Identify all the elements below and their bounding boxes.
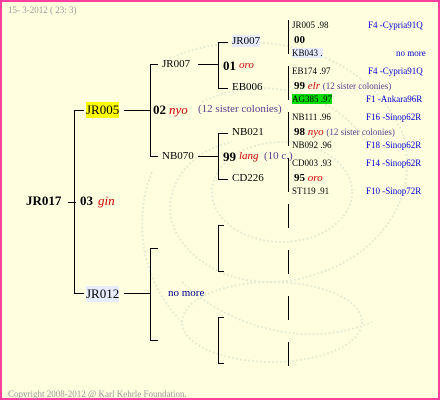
gen4-row-4[interactable]: EB174 .97	[292, 66, 331, 76]
gen4-row-10[interactable]: CD003 .93	[292, 158, 332, 168]
gen4-row-1[interactable]: JR005 .98	[292, 20, 329, 30]
gen4-row-12-loc: F10 -Sinop72R	[366, 186, 422, 196]
mother-id[interactable]: JR012	[86, 286, 120, 302]
gen4-row-9-loc: F18 -Sinop62R	[366, 140, 422, 150]
gen4-row-4-loc: F4 -Cypria91Q	[368, 66, 423, 76]
mother-no-more: no more	[168, 287, 205, 299]
bee-watermark-icon	[141, 41, 409, 363]
gen3-c-id[interactable]: NB021	[232, 126, 264, 138]
gen4-row-12[interactable]: ST119 .91	[292, 186, 329, 196]
gen4-row-10-loc: F14 -Sinop62R	[366, 158, 422, 168]
gen3-c-gen: 99	[223, 149, 236, 164]
gen4-row-11: 95 oro	[294, 172, 323, 184]
father-name: nyo	[169, 102, 188, 117]
gen4-row-6[interactable]: AG385 .97	[292, 94, 332, 104]
father-gen: 02	[153, 102, 166, 117]
father-dam-id[interactable]: NB070	[162, 150, 194, 162]
footer-copyright: Copyright 2008-2012 @ Karl Kehrle Founda…	[8, 389, 187, 399]
header-date: 15- 3-2012 ( 23: 3)	[8, 5, 77, 15]
gen3-a-id[interactable]: JR007	[232, 35, 261, 47]
root-name: gin	[98, 193, 115, 208]
father-sisters: (12 sister colonies)	[198, 103, 282, 115]
gen4-row-8: 98 nyo (12 sister colonies)	[294, 126, 395, 138]
root-gen: 03	[80, 193, 93, 208]
gen4-row-7-loc: F16 -Sinop62R	[366, 112, 422, 122]
gen3-a-name: oro	[239, 59, 254, 71]
gen4-row-7[interactable]: NB111 .96	[292, 112, 331, 122]
gen3-c-name: lang	[239, 150, 259, 162]
father-id[interactable]: JR005	[86, 102, 120, 118]
gen4-row-6-loc: F1 -Ankara96R	[366, 94, 423, 104]
gen3-d-id[interactable]: CD226	[232, 172, 264, 184]
pedigree-frame: 15- 3-2012 ( 23: 3) JR017 03 gin JR005 J…	[0, 0, 440, 400]
gen4-row-1-loc: F4 -Cypria91Q	[368, 20, 423, 30]
gen4-row-2: 00	[294, 34, 305, 46]
root-id[interactable]: JR017	[26, 193, 61, 209]
gen3-a-gen: 01	[223, 58, 236, 73]
gen4-row-5: 99 elr (12 sister colonies)	[294, 80, 392, 92]
gen4-row-9[interactable]: NB092 .96	[292, 140, 332, 150]
gen4-row-3[interactable]: KB043 .	[292, 48, 323, 58]
father-sire-id[interactable]: JR007	[162, 58, 190, 70]
gen4-row-3-loc: no more	[396, 48, 426, 58]
gen3-b-id[interactable]: EB006	[232, 81, 263, 93]
